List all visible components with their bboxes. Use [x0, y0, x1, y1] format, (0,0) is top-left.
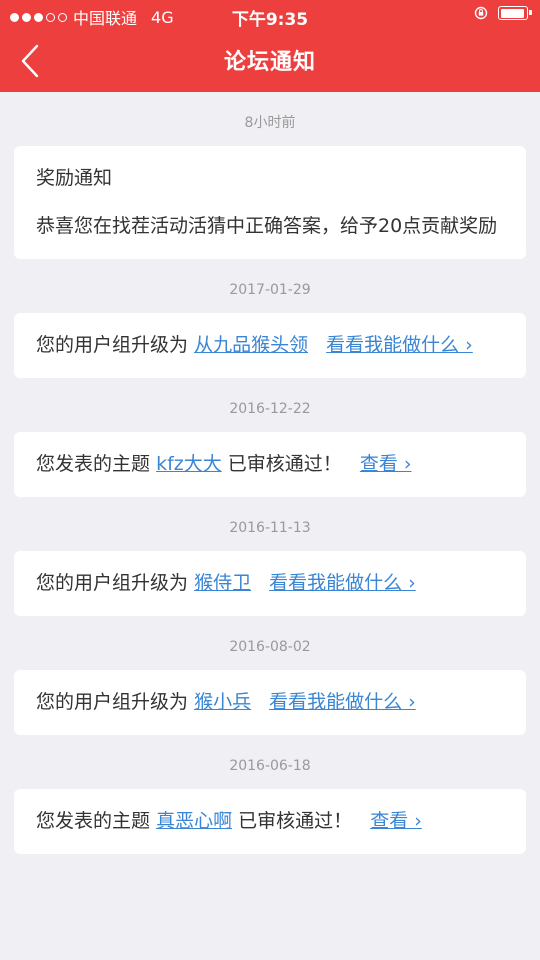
view-permissions-link[interactable]: 看看我能做什么 › — [269, 572, 416, 594]
view-permissions-link[interactable]: 看看我能做什么 › — [326, 334, 473, 356]
status-bar: 中国联通 4G 下午9:35 — [0, 0, 540, 30]
notification-title: 奖励通知 — [36, 167, 113, 189]
status-bar-right — [474, 6, 532, 20]
battery-icon — [498, 6, 532, 20]
notification-body: 恭喜您在找茬活动活猜中正确答案，给予20点贡献奖励 — [36, 215, 498, 237]
orientation-lock-icon — [474, 6, 488, 20]
notification-text: 您发表的主题 — [36, 453, 151, 475]
navigation-bar: 论坛通知 — [0, 30, 540, 92]
notification-status-text: 已审核通过！ — [227, 453, 342, 475]
usergroup-link[interactable]: 从九品猴头领 — [194, 334, 308, 356]
notification-text: 您的用户组升级为 — [36, 572, 189, 594]
notification-card: 您的用户组升级为 从九品猴头领 看看我能做什么 › — [14, 313, 526, 378]
page-title: 论坛通知 — [223, 50, 316, 75]
notification-text: 您发表的主题 — [36, 810, 151, 832]
notification-card: 您的用户组升级为 猴侍卫 看看我能做什么 › — [14, 551, 526, 616]
usergroup-link[interactable]: 猴侍卫 — [194, 572, 251, 594]
view-link[interactable]: 查看 › — [360, 453, 412, 475]
notification-status-text: 已审核通过！ — [238, 810, 353, 832]
notification-card: 您发表的主题 kfz大大 已审核通过！ 查看 › — [14, 432, 526, 497]
notification-card: 奖励通知 恭喜您在找茬活动活猜中正确答案，给予20点贡献奖励 — [14, 146, 526, 259]
notification-list: 8小时前 奖励通知 恭喜您在找茬活动活猜中正确答案，给予20点贡献奖励 2017… — [0, 92, 540, 854]
notification-date: 8小时前 — [244, 115, 296, 131]
notification-card: 您发表的主题 真恶心啊 已审核通过！ 查看 › — [14, 789, 526, 854]
notification-date: 2016-11-13 — [229, 520, 311, 536]
view-link[interactable]: 查看 › — [370, 810, 422, 832]
notification-card: 您的用户组升级为 猴小兵 看看我能做什么 › — [14, 670, 526, 735]
notification-text: 您的用户组升级为 — [36, 691, 189, 713]
notification-date: 2016-06-18 — [229, 758, 311, 774]
usergroup-link[interactable]: 猴小兵 — [194, 691, 251, 713]
header: 中国联通 4G 下午9:35 论坛通知 — [0, 0, 540, 92]
topic-link[interactable]: kfz大大 — [156, 453, 222, 475]
status-time: 下午9:35 — [231, 10, 309, 30]
notification-date: 2016-12-22 — [229, 401, 311, 417]
notification-date: 2017-01-29 — [229, 282, 311, 298]
notification-text: 您的用户组升级为 — [36, 334, 189, 356]
view-permissions-link[interactable]: 看看我能做什么 › — [269, 691, 416, 713]
topic-link[interactable]: 真恶心啊 — [156, 810, 232, 832]
notification-date: 2016-08-02 — [229, 639, 311, 655]
